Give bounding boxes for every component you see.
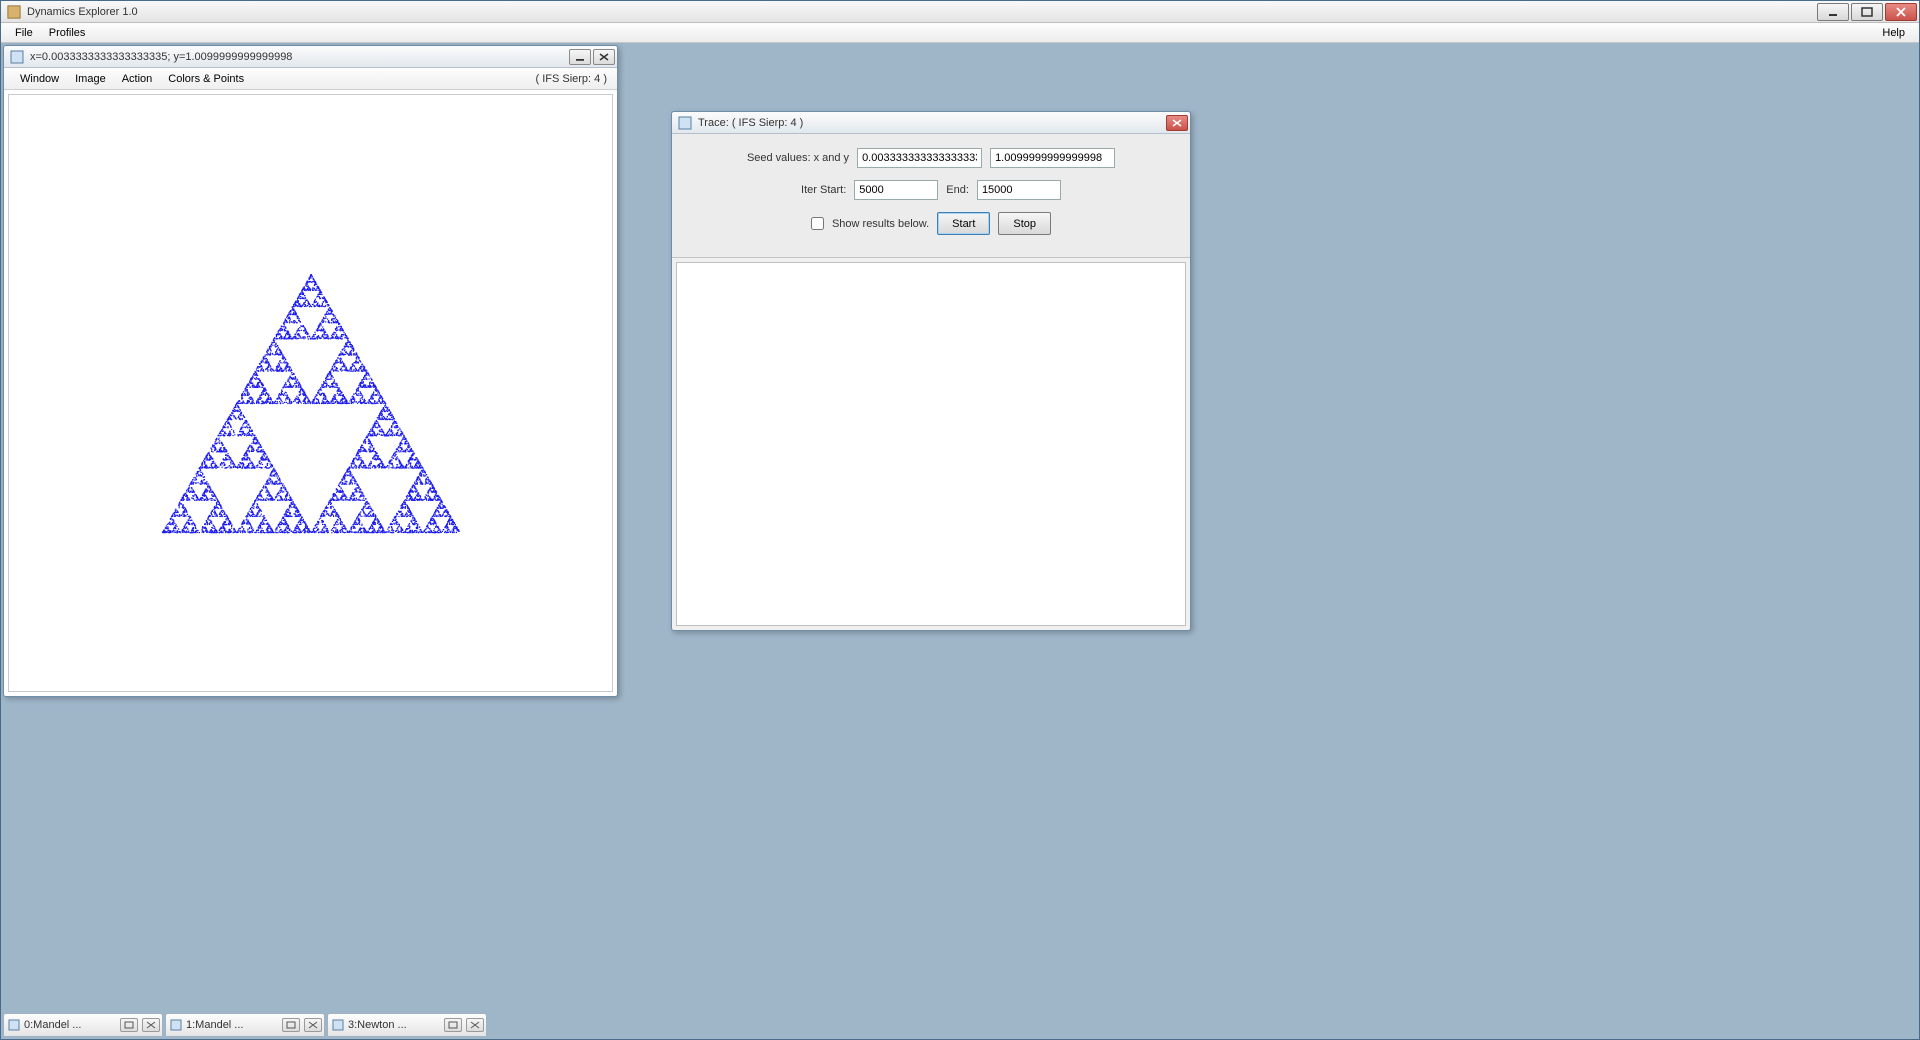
iter-end-input[interactable] [977, 180, 1061, 200]
fractal-minimize-button[interactable] [569, 49, 591, 65]
fractal-right-label: ( IFS Sierp: 4 ) [535, 73, 609, 85]
app-icon [7, 5, 21, 19]
os-maximize-button[interactable] [1851, 3, 1883, 21]
task-label: 0:Mandel ... [24, 1019, 116, 1031]
show-results-label[interactable]: Show results below. [832, 218, 929, 230]
mdi-taskbar: 0:Mandel ... 1:Mandel ... 3:Newton ... [1, 1011, 489, 1039]
task-label: 1:Mandel ... [186, 1019, 278, 1031]
task-icon [8, 1019, 20, 1031]
trace-title: Trace: ( IFS Sierp: 4 ) [698, 117, 1164, 129]
stop-button[interactable]: Stop [998, 212, 1051, 235]
menu-file[interactable]: File [7, 25, 41, 41]
menu-help[interactable]: Help [1874, 25, 1913, 41]
iter-start-input[interactable] [854, 180, 938, 200]
taskbar-item-1[interactable]: 1:Mandel ... [165, 1013, 325, 1037]
fractal-menu-window[interactable]: Window [12, 71, 67, 87]
fractal-window-icon [10, 50, 24, 64]
trace-titlebar[interactable]: Trace: ( IFS Sierp: 4 ) [672, 112, 1190, 134]
trace-form: Seed values: x and y Iter Start: End: Sh… [672, 134, 1190, 258]
menu-profiles[interactable]: Profiles [41, 25, 94, 41]
seed-y-input[interactable] [990, 148, 1115, 168]
fractal-titlebar[interactable]: x=0.0033333333333333335; y=1.00999999999… [4, 46, 617, 68]
task-restore-button[interactable] [444, 1018, 462, 1032]
mdi-client-area: x=0.0033333333333333335; y=1.00999999999… [1, 43, 1919, 1039]
application-window: Dynamics Explorer 1.0 File Profiles Help [0, 0, 1920, 1040]
fractal-menu-colors-points[interactable]: Colors & Points [160, 71, 252, 87]
task-close-button[interactable] [304, 1018, 322, 1032]
iter-start-label: Iter Start: [801, 184, 846, 196]
os-titlebar[interactable]: Dynamics Explorer 1.0 [1, 1, 1919, 23]
trace-results-area [676, 262, 1186, 626]
trace-dialog[interactable]: Trace: ( IFS Sierp: 4 ) Seed values: x a… [671, 111, 1191, 631]
taskbar-item-0[interactable]: 0:Mandel ... [3, 1013, 163, 1037]
fractal-menu-image[interactable]: Image [67, 71, 114, 87]
task-icon [332, 1019, 344, 1031]
task-close-button[interactable] [142, 1018, 160, 1032]
seed-x-input[interactable] [857, 148, 982, 168]
iter-end-label: End: [946, 184, 969, 196]
os-close-button[interactable] [1885, 3, 1917, 21]
fractal-close-button[interactable] [593, 49, 615, 65]
task-icon [170, 1019, 182, 1031]
fractal-menubar: Window Image Action Colors & Points ( IF… [4, 68, 617, 90]
fractal-window[interactable]: x=0.0033333333333333335; y=1.00999999999… [3, 45, 618, 697]
app-title: Dynamics Explorer 1.0 [27, 6, 1815, 18]
fractal-title: x=0.0033333333333333335; y=1.00999999999… [30, 51, 567, 63]
trace-window-icon [678, 116, 692, 130]
start-button[interactable]: Start [937, 212, 990, 235]
trace-body: Seed values: x and y Iter Start: End: Sh… [672, 134, 1190, 630]
task-restore-button[interactable] [282, 1018, 300, 1032]
task-close-button[interactable] [466, 1018, 484, 1032]
seed-label: Seed values: x and y [747, 152, 849, 164]
os-minimize-button[interactable] [1817, 3, 1849, 21]
app-menubar: File Profiles Help [1, 23, 1919, 43]
taskbar-item-2[interactable]: 3:Newton ... [327, 1013, 487, 1037]
show-results-checkbox[interactable] [811, 217, 824, 230]
trace-close-button[interactable] [1166, 115, 1188, 131]
sierpinski-fractal [9, 95, 612, 691]
fractal-menu-action[interactable]: Action [114, 71, 161, 87]
task-restore-button[interactable] [120, 1018, 138, 1032]
fractal-canvas[interactable] [8, 94, 613, 692]
task-label: 3:Newton ... [348, 1019, 440, 1031]
